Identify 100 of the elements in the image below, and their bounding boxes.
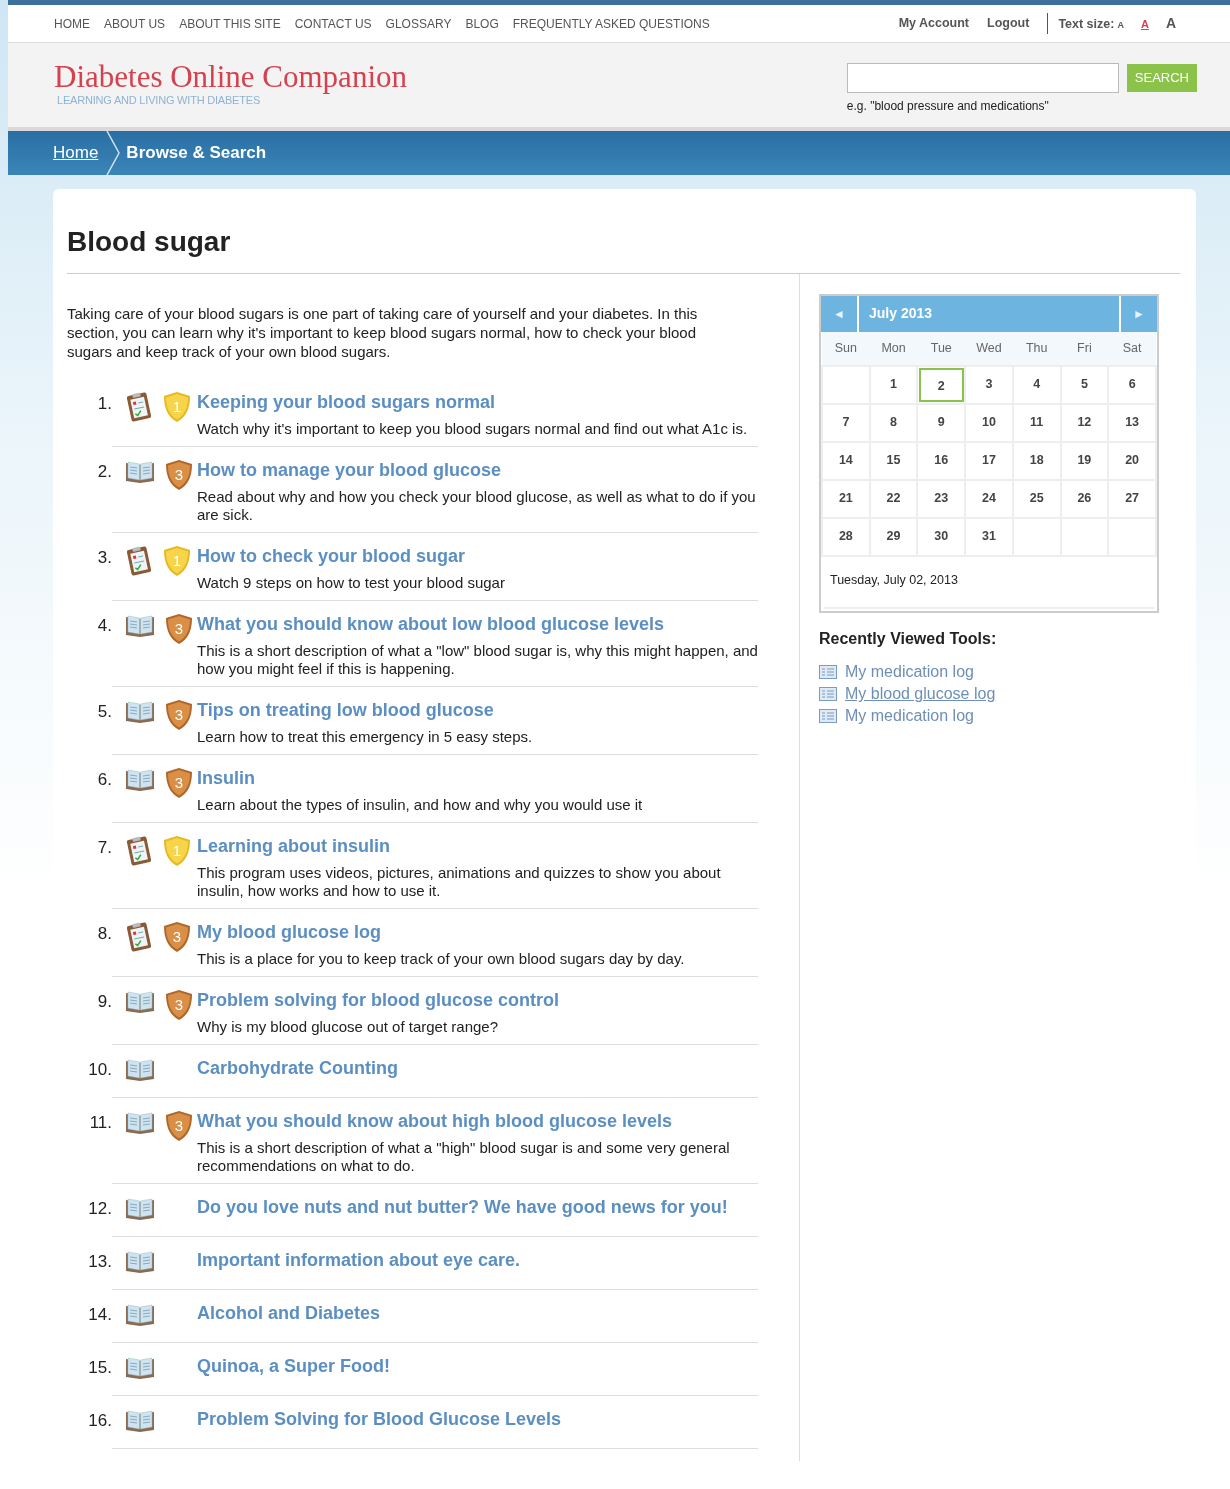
item-number: 4. [96, 614, 112, 637]
breadcrumb-current: Browse & Search [126, 142, 267, 165]
weekday-label: Thu [1012, 331, 1061, 366]
nav-link-item[interactable]: FREQUENTLY ASKED QUESTIONS [512, 14, 710, 33]
item-description: This is a place for you to keep track of your own blood sugars day by day. [197, 949, 686, 968]
book-icon [124, 698, 156, 725]
item-number: 8. [96, 922, 112, 945]
shield-badge: 1 [162, 834, 192, 867]
weekday-label: Sat [1108, 331, 1156, 366]
item-number: 2. [96, 460, 112, 483]
calendar-day[interactable]: 12 [1077, 415, 1092, 430]
book-icon [124, 988, 156, 1015]
calendar-day[interactable]: 6 [1128, 377, 1136, 392]
shield-badge: 3 [164, 612, 194, 645]
calendar-day[interactable]: 10 [982, 415, 996, 430]
item-number: 7. [96, 836, 112, 859]
shield-badge: 3 [162, 920, 192, 953]
item-number: 10. [87, 1058, 112, 1081]
calendar-day[interactable]: 14 [838, 453, 853, 468]
item-number: 6. [96, 768, 112, 791]
calendar-day[interactable]: 7 [842, 415, 850, 430]
nav-link-item[interactable]: BLOG [465, 14, 499, 33]
item-description: Why is my blood glucose out of target range? [197, 1017, 499, 1036]
text-size-option[interactable]: A [1140, 16, 1149, 33]
section-heading: Recently Viewed Tools: [819, 629, 998, 650]
item-number: 12. [87, 1197, 112, 1220]
calendar-day[interactable]: 1 [890, 377, 898, 392]
calendar-day[interactable]: 2 [918, 367, 964, 402]
calendar-day[interactable]: 18 [1029, 453, 1044, 468]
calendar-day[interactable]: 29 [886, 529, 901, 544]
account-link[interactable]: Logout [987, 14, 1030, 33]
weekday-label: Fri [1060, 331, 1109, 366]
item-number: 16. [87, 1409, 112, 1432]
list-icon [819, 687, 837, 702]
breadcrumb-separator-icon [106, 131, 121, 175]
calendar-day[interactable]: 13 [1125, 415, 1140, 430]
page-title: Blood sugar [67, 225, 1180, 274]
search-field[interactable] [846, 63, 1119, 93]
shield-badge: 3 [164, 988, 194, 1021]
item-number: 3. [96, 546, 112, 569]
calendar-day[interactable]: 15 [886, 453, 901, 468]
calendar-day[interactable]: 25 [1029, 491, 1044, 506]
calendar-day[interactable]: 11 [1030, 415, 1044, 430]
book-icon [124, 1109, 156, 1136]
item-description: Learn how to treat this emergency in 5 easy steps. [197, 727, 534, 746]
item-description: This is a short description of what a "low" blood sugar is, why this might happen, and how you might feel if this is happening. [197, 641, 758, 678]
calendar-day[interactable]: 22 [886, 491, 901, 506]
calendar-day[interactable]: 31 [982, 529, 996, 544]
site-logo[interactable]: Diabetes Online Companion [54, 61, 407, 93]
item-number: 15. [87, 1356, 112, 1379]
calendar-day[interactable]: 17 [982, 453, 996, 468]
breadcrumb-link[interactable]: Home [53, 140, 99, 166]
book-icon [124, 1301, 156, 1328]
book-icon [124, 612, 156, 639]
calendar-day[interactable]: 4 [1033, 377, 1041, 392]
item-description: Learn about the types of insulin, and how and why you would use it [197, 795, 644, 814]
text-size-option[interactable]: A [1165, 13, 1176, 34]
intro-paragraph: Taking care of your blood sugars is one part of taking care of yourself and your diabetes. In this section, you can learn why it's important to keep blood sugars normal, how to check your blood sugars and keep track of your own blood sugars. [67, 303, 699, 361]
nav-link-item[interactable]: ABOUT THIS SITE [179, 14, 281, 33]
account-link[interactable]: My Account [898, 14, 970, 33]
calendar-day[interactable]: 21 [838, 491, 853, 506]
nav-link-item[interactable]: GLOSSARY [385, 14, 452, 33]
item-number: 13. [87, 1250, 112, 1273]
calendar-day[interactable]: 5 [1080, 377, 1088, 392]
calendar-month: July 2013 [868, 304, 934, 324]
tagline: LEARNING AND LIVING WITH DIABETES [57, 93, 262, 109]
book-icon [124, 1248, 156, 1275]
calendar-day[interactable]: 8 [890, 415, 898, 430]
calendar-day[interactable]: 30 [934, 529, 949, 544]
shield-badge: 1 [162, 544, 192, 577]
shield-badge: 1 [162, 390, 192, 423]
item-number: 5. [96, 700, 112, 723]
selected-date: Tuesday, July 02, 2013 [824, 556, 1154, 610]
book-icon [124, 1354, 156, 1381]
calendar-day[interactable]: 27 [1125, 491, 1140, 506]
text-size-option[interactable]: A [1117, 19, 1124, 33]
shield-badge: 3 [164, 458, 194, 491]
calendar-day[interactable]: 16 [934, 453, 949, 468]
calendar-day[interactable]: 19 [1077, 453, 1092, 468]
calendar-day[interactable]: 20 [1125, 453, 1140, 468]
list-icon [819, 665, 837, 680]
item-description: Watch why it's important to keep you blood sugars normal and find out what A1c is. [197, 419, 749, 438]
calendar-day[interactable]: 24 [982, 491, 996, 506]
book-icon [124, 1407, 156, 1434]
calendar-day[interactable]: 28 [838, 529, 853, 544]
weekday-label: Tue [917, 331, 966, 366]
text-size-label: Text size: [1058, 16, 1115, 33]
shield-badge: 3 [164, 1109, 194, 1142]
nav-link-item[interactable]: CONTACT US [294, 14, 372, 33]
calendar-day[interactable]: 3 [985, 377, 993, 392]
weekday-label: Sun [822, 331, 870, 366]
calendar-day[interactable]: 9 [937, 415, 945, 430]
book-icon [124, 458, 156, 485]
nav-link-item[interactable]: HOME [54, 14, 90, 33]
calendar-day[interactable]: 26 [1077, 491, 1092, 506]
calendar-day[interactable]: 23 [934, 491, 949, 506]
search-hint: e.g. "blood pressure and medications" [846, 98, 1050, 115]
nav-link-item[interactable]: ABOUT US [104, 14, 166, 33]
book-icon [124, 766, 156, 793]
shield-badge: 3 [164, 766, 194, 799]
